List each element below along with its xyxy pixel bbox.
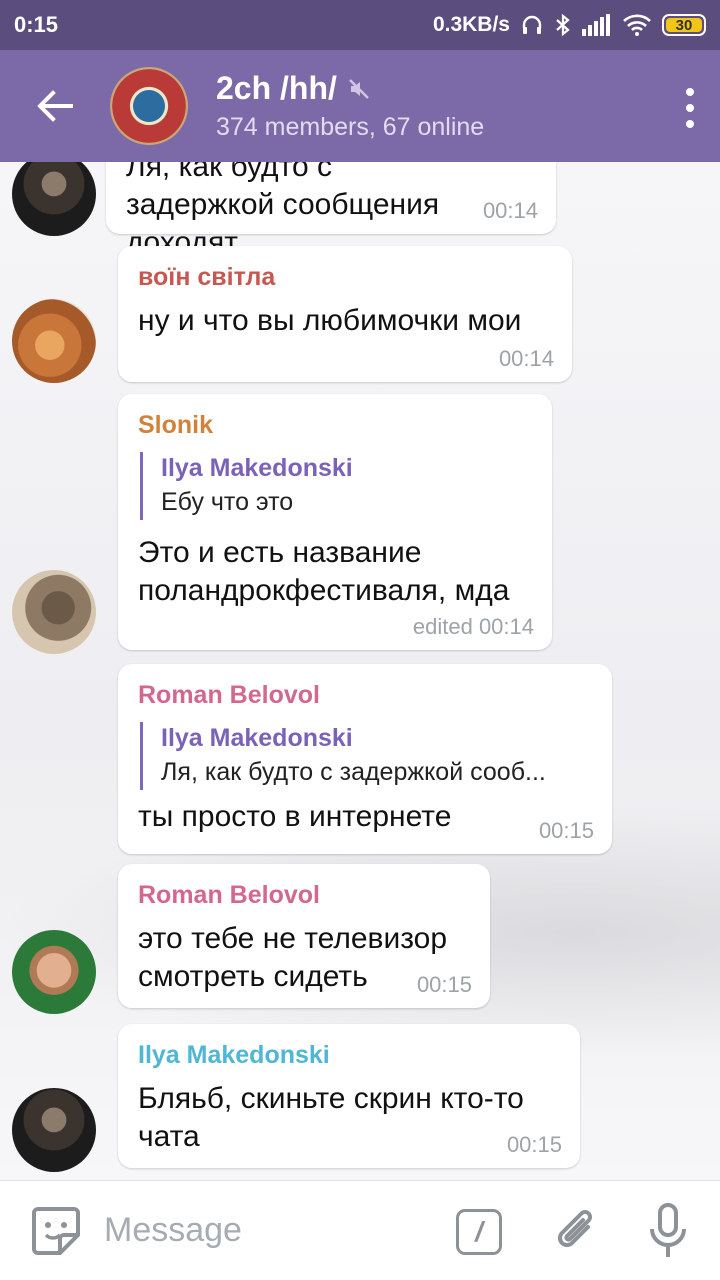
message-text: ты просто в интернете (138, 800, 452, 833)
message-bubble[interactable]: Ля, как будто с задержкой сообщения дохо… (106, 162, 556, 259)
message-sender: Slonik (138, 411, 214, 439)
muted-speaker-icon (349, 78, 369, 99)
message-time: 00:15 (416, 972, 472, 997)
wifi-icon (623, 14, 651, 36)
status-bar: 0:15 0.3KB/s 30 (0, 0, 720, 50)
avatar[interactable] (12, 570, 96, 654)
message-text: ну и что вы любимочки мои (138, 304, 522, 337)
status-time: 0:15 (14, 12, 59, 37)
mic-icon[interactable] (644, 1201, 692, 1261)
signal-icon (582, 14, 610, 36)
more-menu-button[interactable] (682, 88, 698, 128)
bluetooth-icon (556, 13, 570, 37)
back-button[interactable] (0, 50, 110, 162)
net-speed: 0.3KB/s (432, 13, 510, 36)
reply-quote[interactable]: Ilya Makedonski Ля, как будто с задержко… (140, 722, 592, 790)
reply-author: Ilya Makedonski (161, 454, 353, 482)
avatar[interactable] (12, 299, 96, 383)
reply-quote[interactable]: Ilya Makedonski Ебу что это (140, 452, 532, 520)
message-sender: Roman Belovol (138, 681, 320, 709)
message-sender: Roman Belovol (138, 881, 320, 909)
group-avatar[interactable] (110, 67, 188, 145)
paperclip-icon[interactable] (552, 1203, 600, 1259)
more-vertical-icon (686, 88, 694, 96)
chat-title-block[interactable]: 2ch /hh/ 374 members, 67 online (216, 70, 484, 142)
message-sender: Ilya Makedonski (138, 1041, 330, 1069)
reply-text: Ля, как будто с задержкой сооб... (161, 758, 546, 786)
message-time: 00:14 (498, 346, 554, 371)
message-bubble[interactable]: Roman Belovol это тебе не телевизор смот… (118, 864, 490, 1008)
chat-header: 2ch /hh/ 374 members, 67 online (0, 50, 720, 162)
reply-author: Ilya Makedonski (161, 724, 353, 752)
avatar[interactable] (12, 930, 96, 1014)
message-list[interactable]: Ля, как будто с задержкой сообщения дохо… (0, 162, 720, 1180)
battery-icon: 30 (662, 14, 706, 36)
message-bubble[interactable]: Slonik Ilya Makedonski Ебу что это Это и… (118, 394, 552, 650)
avatar[interactable] (12, 1088, 96, 1172)
message-input[interactable] (104, 1211, 404, 1250)
compose-bar: / (0, 1180, 720, 1280)
message-time: 00:15 (538, 818, 594, 843)
member-count: 374 members, 67 online (216, 113, 485, 141)
headphones-icon (522, 15, 542, 34)
sticker-icon[interactable] (28, 1203, 84, 1259)
message-time: 00:15 (506, 1132, 562, 1157)
chat-title: 2ch /hh/ (216, 70, 337, 106)
command-icon[interactable]: / (456, 1209, 502, 1255)
command-symbol: / (475, 1216, 483, 1247)
message-bubble[interactable]: Ilya Makedonski Бляьб, скиньте скрин кто… (118, 1024, 580, 1168)
battery-level: 30 (675, 16, 693, 34)
message-sender: воїн світла (138, 263, 276, 291)
message-time: edited 00:14 (412, 614, 534, 639)
message-time: 00:14 (482, 198, 538, 223)
message-text: Бляьб, скиньте скрин кто-то чата (138, 1082, 524, 1153)
message-bubble[interactable]: Roman Belovol Ilya Makedonski Ля, как бу… (118, 664, 612, 854)
reply-text: Ебу что это (161, 488, 294, 516)
message-bubble[interactable]: воїн світла ну и что вы любимочки мои 00… (118, 246, 572, 382)
avatar[interactable] (12, 162, 96, 236)
arrow-left-icon (37, 90, 73, 122)
message-text: Это и есть название поландрокфестиваля, … (138, 536, 510, 607)
